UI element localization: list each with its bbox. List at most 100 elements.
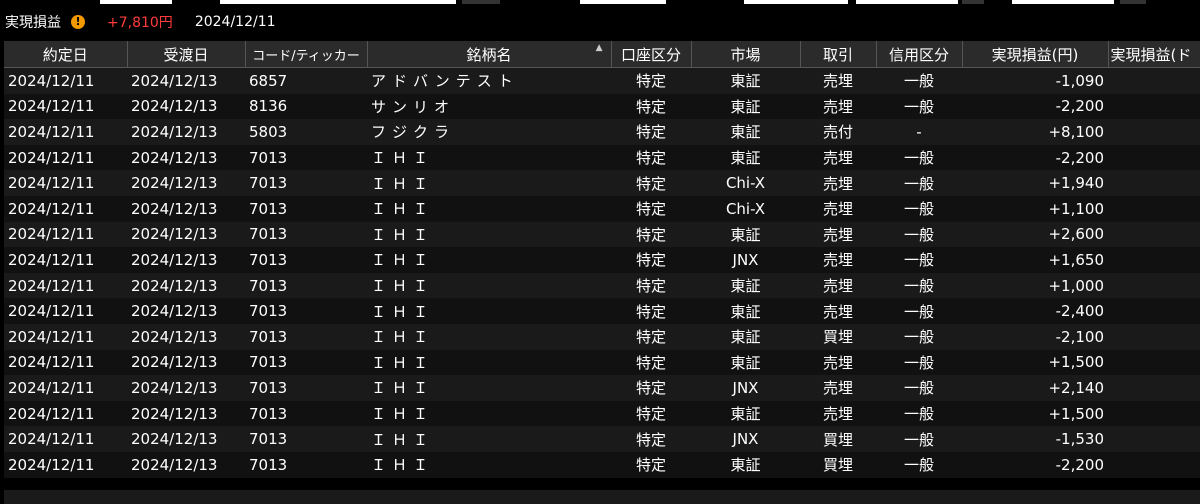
header-pl-usd[interactable]: 実現損益(ド [1108,41,1200,68]
trade-cell: 売埋 [800,144,876,171]
settle-date-cell: 2024/12/13 [127,144,245,171]
filter-button-3[interactable] [1120,0,1146,4]
trade-cell: 売埋 [800,67,876,94]
table-row[interactable]: 2024/12/11 2024/12/13 7013 ＩＨＩ 特定 Chi-X 売埋 一般 +1… [4,195,1200,222]
pl-usd-cell [1108,272,1200,299]
name-cell: フジクラ [367,119,611,145]
market-cell: 東証 [691,349,800,376]
account-cell: 特定 [611,272,691,299]
market-cell: Chi-X [691,170,800,196]
table-row[interactable]: 2024/12/11 2024/12/13 7013 ＩＨＩ 特定 JNX 売埋 一般 +2,1… [4,375,1200,401]
pl-usd-cell [1108,247,1200,273]
header-margin[interactable]: 信用区分 [876,41,963,68]
table-row[interactable]: 2024/12/11 2024/12/13 5803 フジクラ 特定 東証 売付 - +8,10… [4,119,1200,145]
name-cell: ＩＨＩ [367,375,611,401]
filter-field-5[interactable] [856,0,958,4]
realized-pl-total: +7,810円 [107,15,173,31]
settle-date-cell: 2024/12/13 [127,195,245,222]
settle-date-cell: 2024/12/13 [127,119,245,145]
name-cell: ＩＨＩ [367,144,611,171]
name-cell: ＩＨＩ [367,400,611,427]
filter-field-4[interactable] [744,0,848,4]
account-cell: 特定 [611,247,691,273]
trade-cell: 売埋 [800,298,876,324]
trade-date-cell: 2024/12/11 [4,426,127,452]
account-cell: 特定 [611,298,691,324]
account-cell: 特定 [611,349,691,376]
table-row[interactable]: 2024/12/11 2024/12/13 7013 ＩＨＩ 特定 JNX 買埋 一般 -1,5… [4,426,1200,452]
account-cell: 特定 [611,451,691,478]
name-cell: ＩＨＩ [367,272,611,299]
settle-date-cell: 2024/12/13 [127,375,245,401]
trade-cell: 売埋 [800,221,876,248]
market-cell: 東証 [691,67,800,94]
header-name[interactable]: 銘柄名 ▲ [367,41,612,68]
code-cell: 7013 [245,170,367,196]
code-cell: 7013 [245,144,367,171]
trade-cell: 売埋 [800,195,876,222]
filter-button-1[interactable] [462,0,500,4]
table-row[interactable]: 2024/12/11 2024/12/13 7013 ＩＨＩ 特定 東証 買埋 一般 -2,20… [4,451,1200,478]
table-row[interactable]: 2024/12/11 2024/12/13 7013 ＩＨＩ 特定 Chi-X 売埋 一般 +1… [4,170,1200,196]
table-row[interactable]: 2024/12/11 2024/12/13 7013 ＩＨＩ 特定 東証 売埋 一般 +2,60… [4,221,1200,248]
code-cell: 7013 [245,400,367,427]
market-cell: 東証 [691,119,800,145]
pl-yen-cell: -2,200 [962,144,1108,171]
filter-field-2[interactable] [220,0,456,4]
trade-cell: 買埋 [800,451,876,478]
header-pl-yen[interactable]: 実現損益(円) [962,41,1109,68]
trade-date-cell: 2024/12/11 [4,144,127,171]
table-row[interactable]: 2024/12/11 2024/12/13 7013 ＩＨＩ 特定 東証 売埋 一般 -2,20… [4,144,1200,171]
table-row[interactable]: 2024/12/11 2024/12/13 7013 ＩＨＩ 特定 東証 売埋 一般 +1,50… [4,349,1200,376]
trade-date-cell: 2024/12/11 [4,349,127,376]
table-header-row: 約定日 受渡日 コード/ティッカー 銘柄名 ▲ 口座区分 市場 取引 信用区分 … [4,41,1200,68]
header-trade[interactable]: 取引 [800,41,877,68]
trade-date-cell: 2024/12/11 [4,221,127,248]
name-cell: ＩＨＩ [367,426,611,452]
pl-usd-cell [1108,375,1200,401]
code-cell: 7013 [245,298,367,324]
code-cell: 7013 [245,375,367,401]
pl-yen-cell: -2,100 [962,323,1108,350]
trade-cell: 売埋 [800,349,876,376]
filter-field-6[interactable] [1012,0,1114,4]
pl-usd-cell [1108,93,1200,120]
table-row[interactable]: 2024/12/11 2024/12/13 7013 ＩＨＩ 特定 東証 買埋 一般 -2,10… [4,323,1200,350]
table-row[interactable]: 2024/12/11 2024/12/13 8136 サンリオ 特定 東証 売埋 一般 -2,2… [4,93,1200,120]
code-cell: 7013 [245,221,367,248]
code-cell: 7013 [245,451,367,478]
margin-cell: 一般 [876,298,962,324]
trade-cell: 買埋 [800,426,876,452]
code-cell: 7013 [245,426,367,452]
name-cell: ＩＨＩ [367,170,611,196]
header-account[interactable]: 口座区分 [611,41,692,68]
filter-field-1[interactable] [100,0,172,4]
toolbar: 実現損益 ! +7,810円 2024/12/11 [0,0,1200,40]
header-settle-date[interactable]: 受渡日 [127,41,246,68]
code-cell: 8136 [245,93,367,120]
trade-date-cell: 2024/12/11 [4,119,127,145]
settle-date-cell: 2024/12/13 [127,400,245,427]
table-row[interactable]: 2024/12/11 2024/12/13 7013 ＩＨＩ 特定 JNX 売埋 一般 +1,6… [4,247,1200,273]
table-row[interactable]: 2024/12/11 2024/12/13 7013 ＩＨＩ 特定 東証 売埋 一般 +1,00… [4,272,1200,299]
margin-cell: 一般 [876,195,962,222]
table-row[interactable]: 2024/12/11 2024/12/13 7013 ＩＨＩ 特定 東証 売埋 一般 +1,50… [4,400,1200,427]
header-code[interactable]: コード/ティッカー [245,41,368,68]
table-row[interactable]: 2024/12/11 2024/12/13 6857 アドバンテスト 特定 東証 売埋 一般 -… [4,67,1200,94]
pl-yen-cell: +1,500 [962,400,1108,427]
filter-field-3[interactable] [580,0,666,4]
name-cell: ＩＨＩ [367,247,611,273]
trade-date-cell: 2024/12/11 [4,93,127,120]
account-cell: 特定 [611,195,691,222]
trade-date-cell: 2024/12/11 [4,375,127,401]
warning-icon[interactable]: ! [71,15,85,29]
header-trade-date[interactable]: 約定日 [4,41,128,68]
settle-date-cell: 2024/12/13 [127,298,245,324]
settle-date-cell: 2024/12/13 [127,451,245,478]
header-market[interactable]: 市場 [691,41,801,68]
filter-button-2[interactable] [962,0,984,4]
table-row[interactable]: 2024/12/11 2024/12/13 7013 ＩＨＩ 特定 東証 売埋 一般 -2,40… [4,298,1200,324]
margin-cell: 一般 [876,400,962,427]
settle-date-cell: 2024/12/13 [127,426,245,452]
trade-cell: 売埋 [800,400,876,427]
